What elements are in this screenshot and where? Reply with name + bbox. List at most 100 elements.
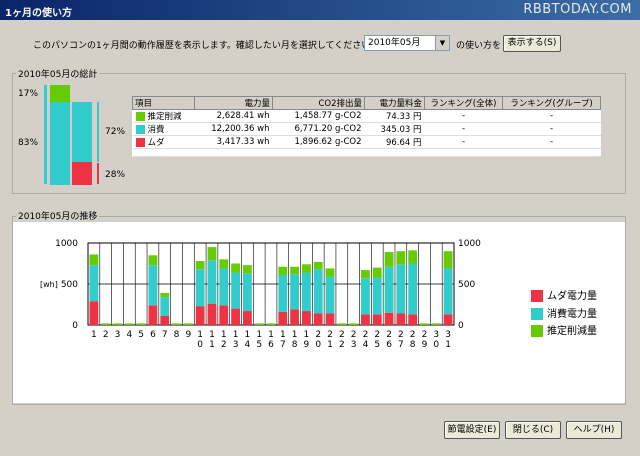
y-tick-label-left: 1000 [55,239,78,249]
bar-segment [207,260,217,304]
x-tick-label: 1 [445,340,451,350]
rank-group-cell: - [502,122,601,136]
x-tick-label: 2 [422,330,428,340]
bar-segment [278,274,288,312]
x-tick-label: 2 [351,330,357,340]
x-tick-label: 6 [386,340,392,350]
month-value: 2010年05月 [368,38,421,48]
bar-segment [302,311,311,325]
x-tick-label: 3 [445,330,451,340]
month-select[interactable]: 2010年05月 ▼ [364,35,450,51]
bar-segment [408,314,418,325]
power-cell: 2,628.41 wh [194,109,273,123]
row-label-cell: ムダ [132,135,195,149]
right-top-pct: 72% [105,127,126,137]
stack-consumption-segment [50,102,70,185]
x-tick-label: 3 [433,330,439,340]
x-tick-label: 7 [398,340,404,350]
right-accent-line-top [97,102,99,162]
x-tick-label: 8 [174,330,180,340]
bar-segment [349,323,359,325]
close-button[interactable]: 閉じる(C) [505,421,561,439]
y-tick-label-left: 0 [72,321,78,331]
col-co2[interactable]: CO2排出量 [272,96,365,110]
bar-segment [242,265,252,274]
power-cell: 3,417.33 wh [194,135,273,149]
bar-segment [124,323,134,325]
bar-segment [290,266,300,275]
x-tick-label: 1 [256,330,262,340]
x-tick-label: 3 [233,340,239,350]
chevron-down-icon[interactable]: ▼ [435,36,449,50]
bar-segment [148,265,158,306]
bar-segment [101,323,111,325]
show-button[interactable]: 表示する(S) [503,35,561,52]
bar-segment [408,250,418,264]
bar-segment [396,251,406,265]
bar-segment [431,323,441,325]
help-button[interactable]: ヘルプ(H) [566,421,622,439]
x-tick-label: 2 [398,330,404,340]
cost-cell: 345.03 円 [364,122,425,136]
right-bottom-pct: 28% [105,170,126,180]
x-tick-label: 1 [91,330,97,340]
bar-segment [443,251,453,269]
legend-label: ムダ電力量 [547,291,597,302]
x-tick-label: 0 [315,340,321,350]
summary-group-title: 2010年05月の総計 [16,67,100,80]
cost-cell: 96.64 円 [364,135,425,149]
legend-item-waste: ムダ電力量 [531,287,597,302]
rank-group-cell: - [502,135,601,149]
bar-segment [443,268,453,315]
legend-swatch [531,308,543,320]
y-tick-label-right: 500 [458,280,475,290]
stack-waste-segment [72,162,92,185]
power-settings-button[interactable]: 節電設定(E) [444,421,500,439]
table-row[interactable]: 推定削減 2,628.41 wh 1,458.77 g-CO2 74.33 円 … [132,109,601,123]
bar-segment [290,274,300,310]
col-rank-group[interactable]: ランキング(グループ) [502,96,601,110]
y-tick-label-left: 500 [61,280,78,290]
bar-segment [302,264,311,273]
bar-segment [337,323,347,325]
bar-segment [372,267,382,278]
bar-segment [443,314,453,325]
x-tick-label: 2 [327,330,333,340]
bar-segment [148,255,158,266]
col-rank-all[interactable]: ランキング(全体) [424,96,503,110]
x-tick-label: 3 [351,340,357,350]
color-swatch [135,125,145,134]
x-tick-label: 9 [185,330,191,340]
x-tick-label: 9 [304,340,310,350]
y-tick-label-right: 0 [458,321,464,331]
rank-all-cell: - [424,135,503,149]
x-tick-label: 1 [280,330,286,340]
legend-item-reduction: 推定削減量 [531,322,597,337]
x-tick-label: 7 [162,330,168,340]
col-power[interactable]: 電力量 [194,96,273,110]
stack-used-segment [72,102,92,162]
col-item[interactable]: 項目 [132,96,195,110]
x-tick-label: 4 [126,330,132,340]
bar-segment [172,323,181,325]
bar-segment [231,308,240,325]
col-cost[interactable]: 電力量料金 [364,96,425,110]
x-tick-label: 8 [292,340,298,350]
right-accent-line-bottom [97,163,99,184]
row-label: 推定削減 [147,112,182,122]
table-row[interactable]: 消費 12,200.36 wh 6,771.20 g-CO2 345.03 円 … [132,122,601,136]
table-row-empty [132,148,601,157]
bar-segment [207,303,217,325]
x-tick-label: 1 [209,330,215,340]
bar-segment [195,306,205,325]
x-tick-label: 6 [150,330,156,340]
x-tick-label: 5 [256,340,262,350]
x-tick-label: 2 [410,330,416,340]
bar-segment [242,273,252,312]
row-label-cell: 推定削減 [132,109,195,123]
left-top-pct: 17% [18,89,39,99]
bar-segment [219,259,229,269]
bar-segment [372,277,382,315]
cost-cell: 74.33 円 [364,109,425,123]
table-row[interactable]: ムダ 3,417.33 wh 1,896.62 g-CO2 96.64 円 - … [132,135,601,149]
